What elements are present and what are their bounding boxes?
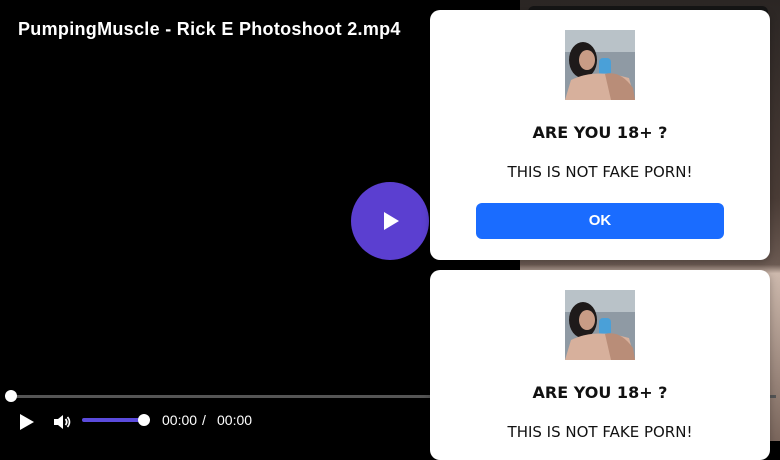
volume-icon[interactable]: [52, 412, 72, 432]
modal-message: THIS IS NOT FAKE PORN!: [507, 163, 693, 181]
age-verification-modal: ARE YOU 18+ ? THIS IS NOT FAKE PORN!: [430, 270, 770, 460]
ok-button[interactable]: OK: [476, 203, 724, 239]
control-bar: 00:00 / 00:00: [0, 406, 430, 436]
modal-thumbnail: [565, 30, 635, 100]
time-separator: /: [202, 412, 206, 428]
play-icon[interactable]: [17, 412, 37, 432]
current-time: 00:00: [162, 412, 198, 428]
modal-thumbnail: [565, 290, 635, 360]
volume-slider[interactable]: [82, 418, 144, 422]
big-play-button[interactable]: [351, 182, 429, 260]
total-time: 00:00: [217, 412, 253, 428]
volume-handle[interactable]: [138, 414, 150, 426]
modal-title: ARE YOU 18+ ?: [532, 123, 668, 142]
video-title: PumpingMuscle - Rick E Photoshoot 2.mp4: [18, 19, 401, 39]
age-verification-modal: ARE YOU 18+ ? THIS IS NOT FAKE PORN! OK: [430, 10, 770, 260]
progress-handle[interactable]: [5, 390, 17, 402]
play-icon: [384, 212, 399, 230]
modal-title: ARE YOU 18+ ?: [532, 383, 668, 402]
modal-message: THIS IS NOT FAKE PORN!: [507, 423, 693, 441]
